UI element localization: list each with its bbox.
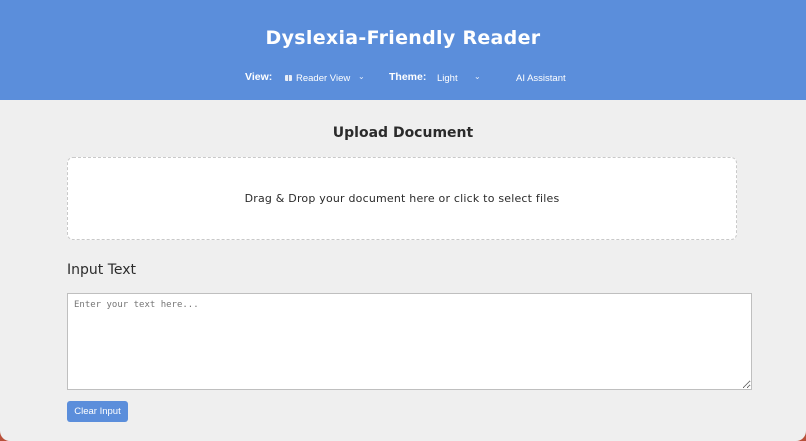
view-label: View:	[245, 71, 273, 83]
clear-input-button[interactable]: Clear Input	[67, 401, 128, 422]
ai-assistant-label: AI Assistant	[516, 72, 566, 84]
book-icon	[285, 75, 292, 81]
theme-chevron-down-icon: ⌄	[474, 72, 481, 81]
theme-select-value: Light	[437, 72, 458, 84]
upload-section-title: Upload Document	[332, 125, 474, 141]
dropzone-text: Drag & Drop your document here or click …	[244, 192, 560, 205]
text-input[interactable]	[67, 293, 752, 390]
ai-assistant-button[interactable]: AI Assistant	[516, 69, 566, 87]
app-page: Dyslexia-Friendly Reader View: Reader Vi…	[0, 0, 806, 441]
theme-label: Theme:	[389, 71, 427, 83]
header-controls: View: Reader View ⌄ Theme: Light ⌄ AI As…	[0, 69, 806, 87]
view-select[interactable]: Reader View	[285, 69, 350, 87]
view-chevron-down-icon: ⌄	[358, 72, 365, 81]
view-select-value: Reader View	[296, 72, 351, 84]
app-title: Dyslexia-Friendly Reader	[265, 27, 541, 49]
upload-dropzone[interactable]: Drag & Drop your document here or click …	[67, 157, 737, 240]
input-section-title: Input Text	[67, 262, 137, 278]
theme-select[interactable]: Light	[437, 69, 458, 87]
app-header: Dyslexia-Friendly Reader View: Reader Vi…	[0, 0, 806, 100]
